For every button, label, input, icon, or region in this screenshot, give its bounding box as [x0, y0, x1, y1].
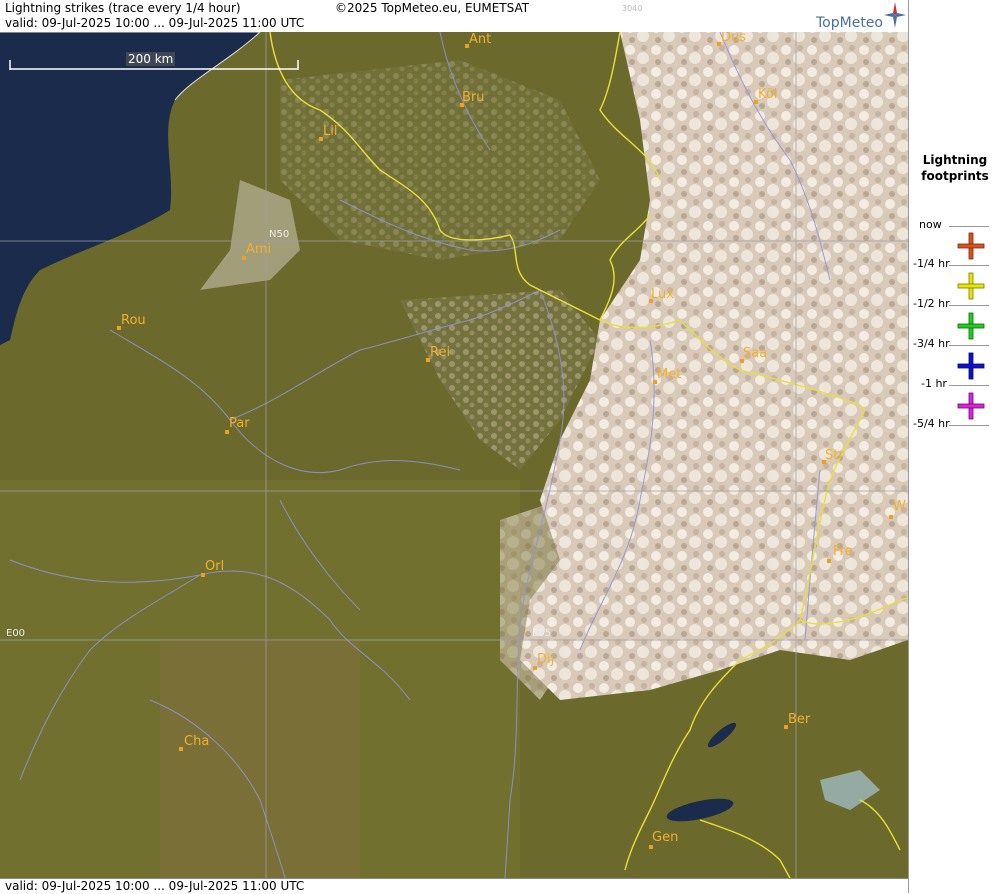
- magenta-cross-icon: [957, 392, 985, 420]
- city-label: Lil: [323, 124, 338, 139]
- legend-label: -1 hr: [921, 377, 947, 390]
- city-label: Gen: [652, 830, 679, 845]
- city-label: Cha: [184, 734, 210, 749]
- city-label: Dij: [537, 652, 555, 667]
- legend-label: -1/4 hr: [913, 257, 950, 270]
- city-label: Bru: [462, 90, 485, 105]
- header: Lightning strikes (trace every 1/4 hour)…: [0, 0, 908, 33]
- legend-row-three-quarter: -3/4 hr: [909, 311, 1000, 350]
- legend-title-line1: Lightning: [922, 153, 988, 167]
- city-label: Str: [825, 448, 844, 463]
- yellow-cross-icon: [957, 272, 985, 300]
- legend-divider: [949, 425, 989, 426]
- lightning-legend: Lightning footprints now -1/4 hr -1/2 hr…: [908, 0, 1000, 893]
- city-label: Köl: [758, 87, 778, 102]
- topmeteo-logo[interactable]: TopMeteo: [816, 15, 883, 31]
- legend-label: -1/2 hr: [913, 297, 950, 310]
- legend-label: -5/4 hr: [913, 417, 950, 430]
- compass-rose-icon: [884, 2, 906, 28]
- blue-cross-icon: [957, 352, 985, 380]
- city-label: W: [893, 499, 906, 514]
- city-label: Lux: [651, 287, 674, 302]
- city-label: Rou: [121, 313, 146, 328]
- city-label: Ber: [788, 712, 811, 727]
- legend-row-quarter: -1/4 hr: [909, 231, 1000, 270]
- city-labels: Ant Düs Köl Bru Lil Ami Rou Rei Lux Saa …: [0, 32, 908, 878]
- green-cross-icon: [957, 312, 985, 340]
- legend-title-line2: footprints: [921, 169, 989, 183]
- city-label: Met: [657, 367, 682, 382]
- legend-label: -3/4 hr: [913, 337, 950, 350]
- legend-divider: [949, 226, 989, 227]
- satellite-map[interactable]: 200 km N50 E00 E05 Ant Düs Köl Bru Lil A…: [0, 32, 908, 878]
- orange-cross-icon: [957, 232, 985, 260]
- legend-divider: [949, 385, 989, 386]
- legend-divider: [949, 305, 989, 306]
- city-label: Ant: [469, 32, 492, 47]
- city-label: Düs: [721, 32, 747, 45]
- city-label: Par: [229, 416, 250, 431]
- legend-divider: [949, 265, 989, 266]
- city-label: Fre: [833, 544, 853, 559]
- legend-row-one-hour: -1 hr: [909, 351, 1000, 390]
- footer: valid: 09-Jul-2025 10:00 ... 09-Jul-2025…: [0, 878, 908, 894]
- city-label: Ami: [246, 242, 272, 257]
- legend-divider: [949, 345, 989, 346]
- legend-title: Lightning footprints: [909, 152, 1000, 184]
- legend-label: now: [919, 218, 942, 231]
- map-code: 3040: [622, 4, 643, 13]
- map-title: Lightning strikes (trace every 1/4 hour): [5, 1, 241, 15]
- city-label: Saa: [743, 346, 768, 361]
- valid-time: valid: 09-Jul-2025 10:00 ... 09-Jul-2025…: [5, 16, 305, 30]
- city-label: Rei: [430, 345, 451, 360]
- city-label: Orl: [205, 559, 225, 574]
- legend-row-half: -1/2 hr: [909, 271, 1000, 310]
- footer-valid-time: valid: 09-Jul-2025 10:00 ... 09-Jul-2025…: [5, 879, 305, 893]
- copyright: ©2025 TopMeteo.eu, EUMETSAT: [335, 1, 530, 15]
- legend-row-five-quarter: -5/4 hr: [909, 391, 1000, 430]
